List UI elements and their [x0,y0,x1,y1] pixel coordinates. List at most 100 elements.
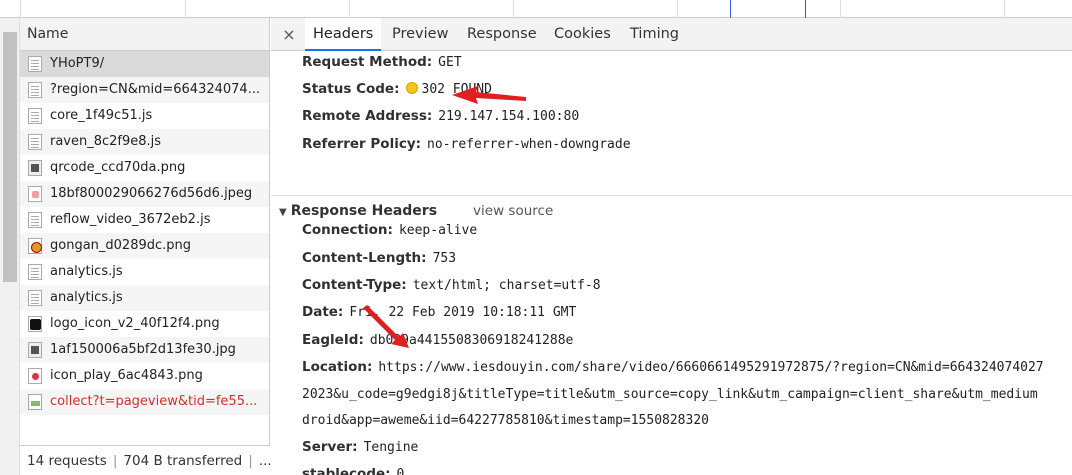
request-row[interactable]: raven_8c2f9e8.js [20,129,269,155]
request-name: analytics.js [50,264,123,279]
image-icon [28,342,42,358]
broken-image-icon [28,394,42,410]
header-key: Connection: [302,222,393,238]
content-type-row: Content-Type: text/html; charset=utf-8 [302,272,601,299]
separator: | [112,453,118,469]
header-value: Fri, 22 Feb 2019 10:18:11 GMT [349,305,577,320]
transferred-size: 704 B transferred [123,453,243,469]
tab-preview[interactable]: Preview [384,18,456,51]
header-key: Date: [302,304,344,320]
left-scrollbar[interactable] [0,18,20,475]
request-name: raven_8c2f9e8.js [50,134,162,149]
document-icon [28,134,42,150]
request-row[interactable]: 18bf800029066276d56d6.jpeg [20,181,269,207]
timeline-gridline [840,0,841,18]
header-key: Content-Type: [302,277,407,293]
collapse-triangle-icon[interactable]: ▼ [279,207,287,218]
request-detail-panel: × Headers Preview Response Cookies Timin… [271,18,1072,475]
document-icon [28,82,42,98]
detail-tab-bar: × Headers Preview Response Cookies Timin… [271,18,1072,51]
network-timeline-overview[interactable] [0,0,1072,18]
close-icon[interactable]: × [279,18,299,51]
request-row[interactable]: ?region=CN&mid=664324074... [20,77,269,103]
content-length-row: Content-Length: 753 [302,245,456,272]
header-value: GET [438,55,462,70]
request-row[interactable]: icon_play_6ac4843.png [20,363,269,389]
image-icon [28,368,42,384]
network-summary-bar: 14 requests | 704 B transferred |... [20,445,272,475]
request-method-row: Request Method: GET [302,51,462,76]
document-icon [28,56,42,72]
referrer-policy-row: Referrer Policy: no-referrer-when-downgra… [302,131,631,158]
request-name: 18bf800029066276d56d6.jpeg [50,186,253,201]
document-icon [28,108,42,124]
header-value: db039a4415508306918241288e [369,333,574,348]
request-count: 14 requests [27,453,107,469]
location-value-continuation: 2023&u_code=g9edgi8j&titleType=title&utm… [302,387,1038,402]
image-icon [28,238,42,254]
request-name: analytics.js [50,290,123,305]
request-row[interactable]: YHoPT9/ [20,51,269,77]
image-icon [28,186,42,202]
remote-address-row: Remote Address: 219.147.154.100:80 [302,103,579,130]
tab-response[interactable]: Response [459,18,545,51]
summary-more: ... [258,453,272,469]
request-name: icon_play_6ac4843.png [50,368,203,383]
tab-headers[interactable]: Headers [305,18,382,51]
headers-content: Request Method: GET Status Code: 302 FOUND… [271,51,1072,475]
timeline-gridline [677,0,678,18]
timeline-gridline [1004,0,1005,18]
separator: | [248,453,253,469]
header-value: keep-alive [398,223,478,238]
status-code-row: Status Code: 302 FOUND [302,76,492,103]
request-row[interactable]: 1af150006a5bf2d13fe30.jpg [20,337,269,363]
document-icon [28,264,42,280]
tab-timing[interactable]: Timing [622,18,687,51]
request-name: qrcode_ccd70da.png [50,160,186,175]
header-value: 302 FOUND [421,82,492,97]
request-name: YHoPT9/ [50,56,105,71]
tab-cookies[interactable]: Cookies [546,18,619,51]
location-row: Location: https://www.iesdouyin.com/share… [302,354,1044,381]
header-value: 219.147.154.100:80 [438,109,580,124]
header-key: stablecode: [302,466,391,475]
dom-content-loaded-marker [730,0,731,18]
load-event-marker [805,0,806,18]
timeline-gridline [185,0,186,18]
request-row[interactable]: logo_icon_v2_40f12f4.png [20,311,269,337]
header-key: EagleId: [302,332,364,348]
timeline-gridline [349,0,350,18]
request-row[interactable]: reflow_video_3672eb2.js [20,207,269,233]
stablecode-row: stablecode: 0 [302,461,404,475]
view-source-link[interactable]: view source [473,203,553,219]
header-value: https://www.iesdouyin.com/share/video/66… [378,360,1044,375]
document-icon [28,212,42,228]
request-name: logo_icon_v2_40f12f4.png [50,316,220,331]
request-name: gongan_d0289dc.png [50,238,192,253]
header-key: Status Code: [302,81,400,97]
header-key: Request Method: [302,54,433,70]
status-indicator-icon [405,82,418,94]
name-column-header[interactable]: Name [20,18,269,51]
header-value: no-referrer-when-downgrade [427,137,631,152]
request-row[interactable]: analytics.js [20,259,269,285]
header-value: 753 [432,251,457,266]
request-row[interactable]: core_1f49c51.js [20,103,269,129]
header-key: Remote Address: [302,108,433,124]
timeline-gridline [513,0,514,18]
request-name: reflow_video_3672eb2.js [50,212,211,227]
document-icon [28,290,42,306]
request-name: core_1f49c51.js [50,108,153,123]
header-value: text/html; charset=utf-8 [412,278,601,293]
connection-row: Connection: keep-alive [302,217,477,244]
request-row[interactable]: analytics.js [20,285,269,311]
request-rows: YHoPT9/ ?region=CN&mid=664324074... core_1… [20,51,269,415]
header-key: Location: [302,359,373,375]
request-row[interactable]: collect?t=pageview&tid=fe55... [20,389,269,415]
eagleid-row: EagleId: db039a4415508306918241288e [302,327,573,354]
scrollbar-thumb[interactable] [3,32,17,282]
request-row[interactable]: gongan_d0289dc.png [20,233,269,259]
header-key: Server: [302,439,358,455]
request-row[interactable]: qrcode_ccd70da.png [20,155,269,181]
image-icon [28,316,42,332]
